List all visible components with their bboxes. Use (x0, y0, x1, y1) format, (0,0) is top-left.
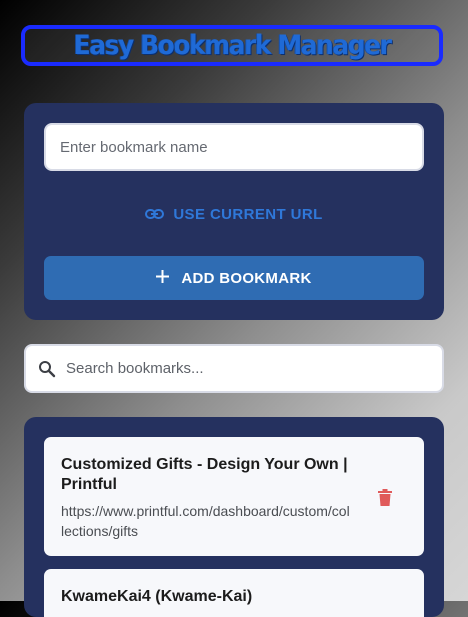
use-current-url-label: USE CURRENT URL (173, 205, 323, 223)
bookmark-item[interactable]: KwameKai4 (Kwame-Kai) (44, 569, 424, 617)
trash-icon[interactable] (378, 489, 392, 511)
use-current-url-button[interactable]: USE CURRENT URL (44, 199, 424, 229)
link-icon (145, 206, 165, 223)
add-bookmark-label: ADD BOOKMARK (181, 269, 312, 287)
bookmark-title[interactable]: KwameKai4 (Kwame-Kai) (61, 587, 351, 607)
bookmark-item[interactable]: Customized Gifts - Design Your Own | Pri… (44, 437, 424, 556)
search-icon (38, 360, 56, 383)
search-bar (24, 344, 444, 393)
plus-icon (156, 269, 170, 287)
add-bookmark-panel: USE CURRENT URL ADD BOOKMARK (24, 103, 444, 320)
bookmark-name-input[interactable] (44, 123, 424, 171)
bookmark-url[interactable]: https://www.printful.com/dashboard/custo… (61, 501, 351, 541)
app-title: Easy Bookmark Manager (73, 30, 392, 61)
app-header: Easy Bookmark Manager (21, 25, 443, 66)
add-bookmark-button[interactable]: ADD BOOKMARK (44, 256, 424, 300)
bookmark-title[interactable]: Customized Gifts - Design Your Own | Pri… (61, 455, 351, 495)
search-input[interactable] (66, 346, 436, 391)
bookmark-list-panel: Customized Gifts - Design Your Own | Pri… (24, 417, 444, 617)
